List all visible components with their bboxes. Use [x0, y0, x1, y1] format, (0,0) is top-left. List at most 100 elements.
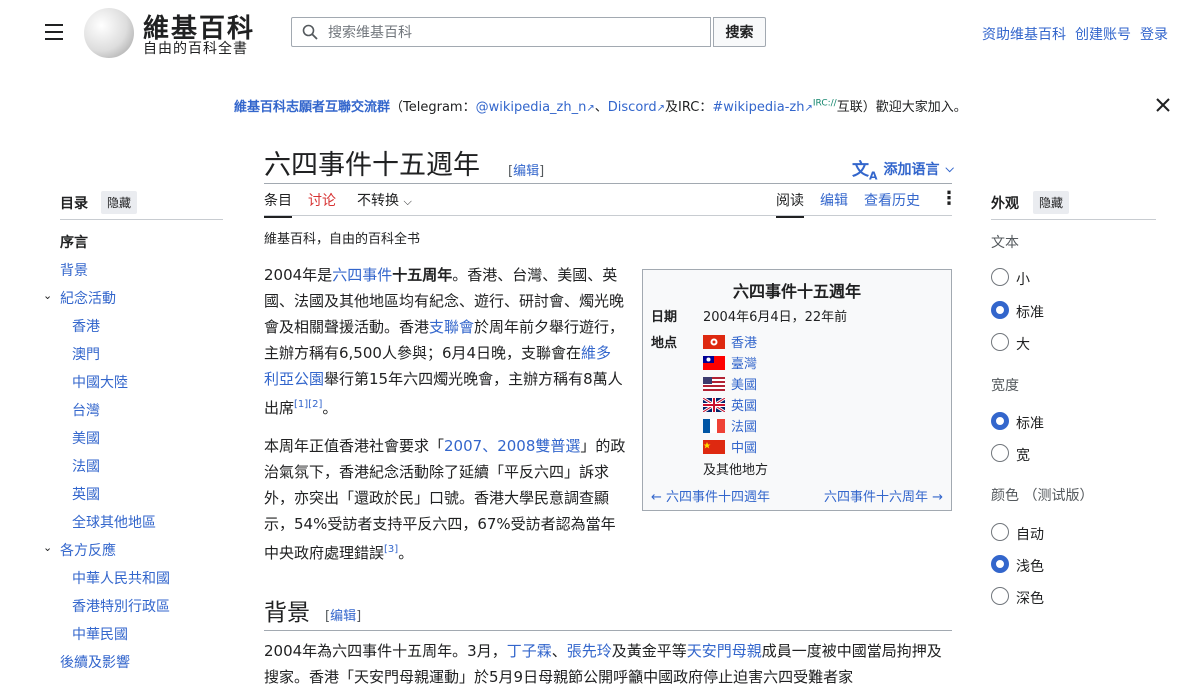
appearance-hide-button[interactable]: 隐藏: [1033, 191, 1070, 214]
user-links: 资助维基百科 创建账号 登录: [982, 24, 1168, 44]
radio-label: 自动: [1016, 527, 1044, 543]
tab-history[interactable]: 查看历史: [864, 190, 920, 216]
donate-link[interactable]: 资助维基百科: [982, 24, 1066, 44]
toc-title: 目录: [60, 196, 88, 212]
toc-item-global[interactable]: 全球其他地區: [72, 512, 156, 532]
location-link[interactable]: 法國: [731, 416, 757, 435]
toc-item-usa[interactable]: 美國: [72, 428, 100, 448]
location-china: 中國: [703, 437, 757, 456]
text: 。: [322, 399, 338, 417]
chevron-down-icon: ⌵: [945, 161, 954, 175]
radio-color-dark[interactable]: [991, 587, 1009, 605]
hong-kong-flag-icon: [703, 334, 725, 349]
location-link[interactable]: 中國: [731, 437, 757, 456]
chevron-down-icon[interactable]: ⌄: [43, 289, 52, 302]
location-link[interactable]: 臺灣: [731, 353, 757, 372]
chevron-down-icon[interactable]: ⌄: [43, 541, 52, 554]
radio-text-standard[interactable]: [991, 301, 1009, 319]
infobox-date-value: 2004年6月4日，22年前: [703, 310, 848, 325]
banner-text: 及IRC：: [665, 100, 713, 115]
width-label: 宽度: [991, 378, 1019, 394]
link-june-fourth[interactable]: 六四事件: [332, 266, 392, 284]
reference-link[interactable]: [3]: [384, 544, 398, 555]
radio-text-small[interactable]: [991, 268, 1009, 286]
link-universal-suffrage[interactable]: 2007、2008雙普選: [444, 437, 580, 455]
tab-variant[interactable]: 不转换 ⌵: [357, 190, 412, 216]
location-uk: 英國: [703, 395, 757, 414]
title-edit-link[interactable]: [编辑]: [508, 160, 544, 179]
language-icon: 文A: [852, 160, 878, 183]
discord-link[interactable]: Discord: [608, 100, 657, 115]
france-flag-icon: [703, 418, 725, 433]
link-hka[interactable]: 支聯會: [429, 318, 474, 336]
tab-talk[interactable]: 讨论: [308, 190, 336, 216]
location-link[interactable]: 香港: [731, 332, 757, 351]
more-options-icon[interactable]: ⋮: [940, 190, 958, 208]
toc-hide-button[interactable]: 隐藏: [101, 191, 138, 214]
variant-label: 不转换: [357, 193, 399, 209]
appearance-divider: [991, 219, 1156, 220]
next-anniversary-link[interactable]: 六四事件十六周年 →: [824, 486, 943, 505]
toc-item-mainland[interactable]: 中國大陸: [72, 372, 128, 392]
radio-color-light[interactable]: [991, 555, 1009, 573]
add-language-button[interactable]: 文A 添加语言 ⌵: [852, 155, 954, 182]
banner-group-link[interactable]: 維基百科志願者互聯交流群: [234, 100, 390, 115]
text: 」的政治氣氛下，香港紀念活動除了延續「平反六四」訴求外，亦突出「還政於民」口號。…: [264, 437, 626, 562]
toc-item-roc[interactable]: 中華民國: [72, 624, 128, 644]
page-title: 六四事件十五週年: [264, 150, 480, 181]
usa-flag-icon: [703, 376, 725, 391]
toc-item-aftermath[interactable]: 後續及影響: [60, 652, 130, 672]
radio-label: 小: [1016, 272, 1030, 288]
link-zhang-xianling[interactable]: 張先玲: [567, 642, 612, 660]
radio-label: 标准: [1016, 416, 1044, 432]
toc-item-france[interactable]: 法國: [72, 456, 100, 476]
toc-item-reactions[interactable]: 各方反應: [60, 540, 116, 560]
radio-color-auto[interactable]: [991, 523, 1009, 541]
previous-anniversary-link[interactable]: ← 六四事件十四週年: [651, 486, 770, 505]
tab-read[interactable]: 阅读: [776, 190, 804, 218]
wikipedia-globe-logo[interactable]: [84, 8, 134, 58]
login-link[interactable]: 登录: [1140, 24, 1168, 44]
toc-divider: [60, 219, 223, 220]
section-heading-background: 背景: [264, 600, 310, 626]
toc-item-commemoration[interactable]: 紀念活動: [60, 288, 116, 308]
toc-item-intro[interactable]: 序言: [60, 232, 88, 252]
radio-label: 深色: [1016, 591, 1044, 607]
radio-width-wide[interactable]: [991, 444, 1009, 462]
location-taiwan: 臺灣: [703, 353, 757, 372]
text: 2004年是: [264, 266, 333, 284]
external-link-icon: ↗: [586, 103, 595, 114]
radio-label: 标准: [1016, 305, 1044, 321]
radio-text-large[interactable]: [991, 333, 1009, 351]
infobox-title: 六四事件十五週年: [732, 282, 861, 301]
close-icon[interactable]: [1154, 96, 1172, 114]
search-input[interactable]: [326, 18, 710, 48]
section-divider: [264, 630, 952, 631]
location-usa: 美國: [703, 374, 757, 393]
irc-link[interactable]: #wikipedia-zh: [712, 100, 804, 115]
title-edit-text[interactable]: 编辑: [513, 164, 539, 179]
section-edit-text[interactable]: 编辑: [330, 609, 356, 624]
toc-item-background[interactable]: 背景: [60, 260, 88, 280]
uk-flag-icon: [703, 397, 725, 412]
section-edit-link[interactable]: [编辑]: [325, 605, 361, 624]
toc-item-prc[interactable]: 中華人民共和國: [72, 568, 170, 588]
toc-item-uk[interactable]: 英國: [72, 484, 100, 504]
tab-edit[interactable]: 编辑: [820, 190, 848, 216]
link-ding-zilin[interactable]: 丁子霖: [507, 642, 552, 660]
toc-item-taiwan[interactable]: 台灣: [72, 400, 100, 420]
toc-item-macau[interactable]: 澳門: [72, 344, 100, 364]
location-link[interactable]: 美國: [731, 374, 757, 393]
create-account-link[interactable]: 创建账号: [1075, 24, 1131, 44]
main-menu-icon[interactable]: [45, 24, 63, 40]
toc-item-hksar[interactable]: 香港特別行政區: [72, 596, 170, 616]
reference-link[interactable]: [1][2]: [294, 399, 322, 410]
location-link[interactable]: 英國: [731, 395, 757, 414]
link-tiananmen-mothers[interactable]: 天安門母親: [687, 642, 762, 660]
toc-item-hong-kong[interactable]: 香港: [72, 316, 100, 336]
radio-width-standard[interactable]: [991, 412, 1009, 430]
title-divider: [264, 183, 952, 184]
telegram-link[interactable]: @wikipedia_zh_n: [476, 100, 587, 115]
search-button[interactable]: 搜索: [713, 17, 766, 47]
tab-article[interactable]: 条目: [264, 190, 292, 218]
